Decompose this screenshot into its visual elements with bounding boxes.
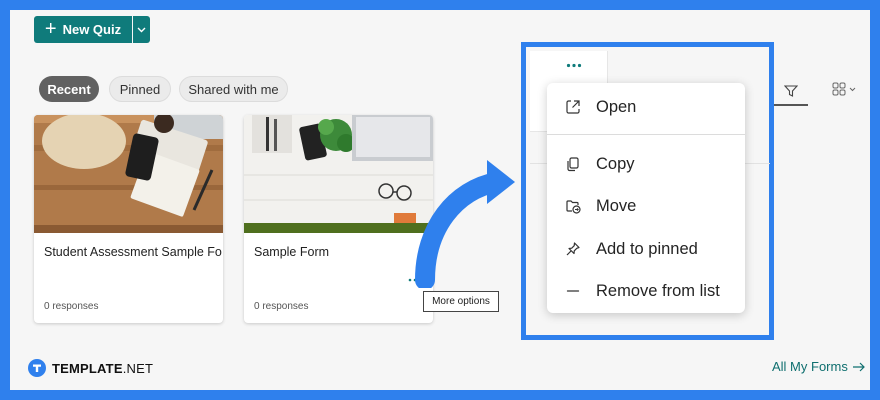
app-viewport: + New Quiz Recent Pinned Shared with me … <box>10 10 870 390</box>
card-title: Student Assessment Sample Fo <box>44 245 222 259</box>
menu-item-move[interactable]: Move <box>547 188 745 224</box>
card-title: Sample Form <box>254 245 330 259</box>
filter-pinned[interactable]: Pinned <box>109 76 171 102</box>
new-quiz-button[interactable]: + New Quiz <box>34 16 132 43</box>
context-menu: Open Copy Move Add to pinned Remove from… <box>547 83 745 313</box>
arrow-right-icon <box>852 362 865 371</box>
filter-icon <box>784 84 798 97</box>
menu-divider <box>547 134 745 135</box>
template-logo-icon <box>28 359 46 377</box>
copy-icon <box>565 156 581 172</box>
all-my-forms-label: All My Forms <box>772 359 848 374</box>
card-responses: 0 responses <box>44 301 99 312</box>
more-options-icon[interactable] <box>566 63 582 68</box>
card-responses: 0 responses <box>254 301 309 312</box>
chevron-down-icon <box>137 27 146 32</box>
template-net-logo: TEMPLATE.NET <box>28 359 153 377</box>
new-quiz-dropdown-button[interactable] <box>133 16 150 43</box>
menu-item-label: Open <box>596 97 637 116</box>
menu-item-label: Add to pinned <box>596 239 698 258</box>
plus-icon: + <box>44 17 57 40</box>
menu-item-label: Copy <box>596 154 635 173</box>
new-quiz-label: New Quiz <box>62 22 122 37</box>
menu-item-label: Remove from list <box>596 281 720 300</box>
open-external-icon <box>565 99 581 115</box>
menu-item-open[interactable]: Open <box>547 89 745 125</box>
filter-button[interactable] <box>774 77 808 106</box>
form-card-thumbnail <box>34 115 223 233</box>
menu-item-add-to-pinned[interactable]: Add to pinned <box>547 231 745 267</box>
menu-item-label: Move <box>596 196 637 215</box>
more-options-tooltip: More options <box>423 291 499 312</box>
all-my-forms-link[interactable]: All My Forms <box>772 359 866 374</box>
brand-suffix: .NET <box>122 360 154 376</box>
arrow-annotation-icon <box>415 160 515 288</box>
filter-shared-with-me[interactable]: Shared with me <box>179 76 288 102</box>
grid-view-icon <box>832 82 846 96</box>
minus-icon <box>565 283 581 299</box>
menu-item-remove-from-list[interactable]: Remove from list <box>547 273 745 309</box>
form-card-1[interactable]: Student Assessment Sample Fo 0 responses <box>34 115 223 323</box>
chevron-down-icon <box>849 87 856 91</box>
brand-name: TEMPLATE <box>52 360 123 376</box>
filter-recent[interactable]: Recent <box>39 76 99 102</box>
menu-item-copy[interactable]: Copy <box>547 146 745 182</box>
move-folder-icon <box>565 198 581 214</box>
view-toggle-button[interactable] <box>832 82 856 96</box>
pin-icon <box>565 241 581 257</box>
